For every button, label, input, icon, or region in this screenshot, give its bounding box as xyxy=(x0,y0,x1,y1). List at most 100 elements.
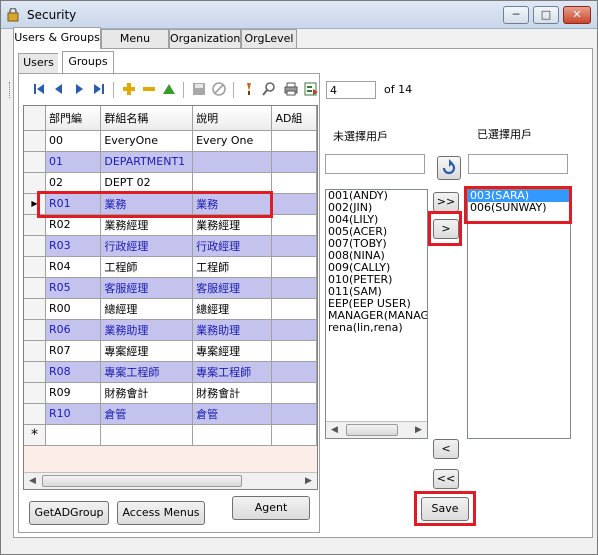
cell-ad-group[interactable] xyxy=(271,193,317,215)
cell-dept-id[interactable]: R03 xyxy=(45,235,102,257)
list-item[interactable]: EEP(EEP USER) xyxy=(326,298,427,310)
cell-group-name[interactable]: 行政經理 xyxy=(100,235,194,257)
list-item-selected[interactable]: 003(SARA) xyxy=(468,190,570,202)
cell-ad-group[interactable] xyxy=(271,256,317,278)
table-row[interactable]: R02 業務經理 業務經理 xyxy=(24,214,317,236)
cell-group-name[interactable]: 倉管 xyxy=(100,403,194,425)
row-header[interactable] xyxy=(24,340,46,362)
tab-menu-utility[interactable]: Menu Utility xyxy=(101,29,169,63)
groups-grid[interactable]: 部門編 群組名稱 說明 AD組 00 EveryOne Every One 01 xyxy=(23,105,318,490)
cell-description[interactable]: 業務助理 xyxy=(192,319,273,341)
row-header[interactable] xyxy=(24,361,46,383)
table-row[interactable]: R10 倉管 倉管 xyxy=(24,403,317,425)
selected-users-filter[interactable] xyxy=(468,154,568,174)
move-first-icon[interactable] xyxy=(31,81,47,97)
cell-description[interactable] xyxy=(192,151,273,173)
cancel-icon[interactable] xyxy=(211,81,227,97)
save-disk-icon[interactable] xyxy=(191,81,207,97)
list-item[interactable]: 008(NINA) xyxy=(326,250,427,262)
move-last-icon[interactable] xyxy=(91,81,107,97)
scroll-left-icon[interactable]: ◀ xyxy=(326,422,343,438)
cell-group-name[interactable]: 專案工程師 xyxy=(100,361,194,383)
table-row[interactable]: R05 客服經理 客服經理 xyxy=(24,277,317,299)
cell-ad-group[interactable] xyxy=(271,340,317,362)
export-excel-icon[interactable] xyxy=(303,81,319,97)
selected-users-list[interactable]: 003(SARA) 006(SUNWAY) xyxy=(467,189,571,439)
scroll-thumb[interactable] xyxy=(346,424,398,436)
print-icon[interactable] xyxy=(283,81,299,97)
scroll-right-icon[interactable]: ▶ xyxy=(300,473,317,489)
cell-dept-id[interactable]: R05 xyxy=(45,277,102,299)
column-header-description[interactable]: 說明 xyxy=(192,106,273,131)
cell-description[interactable]: 客服經理 xyxy=(192,277,273,299)
save-button[interactable]: Save xyxy=(421,497,469,521)
maximize-button[interactable]: □ xyxy=(533,6,559,24)
cell-description[interactable] xyxy=(192,172,273,194)
list-item[interactable]: 001(ANDY) xyxy=(326,190,427,202)
cell-group-name[interactable]: 客服經理 xyxy=(100,277,194,299)
cell-dept-id[interactable]: R07 xyxy=(45,340,102,362)
cell-description[interactable]: 行政經理 xyxy=(192,235,273,257)
table-row[interactable]: R09 財務會計 財務會計 xyxy=(24,382,317,404)
table-row[interactable]: R04 工程師 工程師 xyxy=(24,256,317,278)
cell-description[interactable]: 專案經理 xyxy=(192,340,273,362)
cell-dept-id[interactable]: R10 xyxy=(45,403,102,425)
cell-description[interactable]: 工程師 xyxy=(192,256,273,278)
table-row[interactable]: R00 總經理 總經理 xyxy=(24,298,317,320)
add-all-button[interactable]: >> xyxy=(433,192,459,212)
tab-organization[interactable]: Organization xyxy=(169,29,241,49)
minimize-button[interactable]: ─ xyxy=(503,6,529,24)
move-next-icon[interactable] xyxy=(71,81,87,97)
scroll-left-icon[interactable]: ◀ xyxy=(24,473,41,489)
list-horizontal-scrollbar[interactable]: ◀ ▶ xyxy=(326,421,427,438)
cell-ad-group[interactable] xyxy=(271,361,317,383)
cell-group-name[interactable]: DEPARTMENT1 xyxy=(100,151,194,173)
cell-group-name[interactable]: 專案經理 xyxy=(100,340,194,362)
move-up-icon[interactable] xyxy=(161,81,177,97)
list-item[interactable]: 006(SUNWAY) xyxy=(468,202,570,214)
cell-dept-id[interactable]: R02 xyxy=(45,214,102,236)
get-ad-group-button[interactable]: GetADGroup xyxy=(29,501,109,525)
list-item[interactable]: 011(SAM) xyxy=(326,286,427,298)
tab-users-groups[interactable]: Users & Groups xyxy=(13,27,101,49)
delete-icon[interactable] xyxy=(141,81,157,97)
column-header-dept-id[interactable]: 部門編 xyxy=(45,106,102,131)
table-row[interactable]: R07 專案經理 專案經理 xyxy=(24,340,317,362)
list-item[interactable]: rena(lin,rena) xyxy=(326,322,427,334)
cell-ad-group[interactable] xyxy=(271,130,317,152)
list-item[interactable]: 007(TOBY) xyxy=(326,238,427,250)
agent-button[interactable]: Agent xyxy=(232,496,310,520)
add-new-icon[interactable] xyxy=(121,81,137,97)
new-row[interactable]: * xyxy=(24,424,317,446)
list-item[interactable]: 010(PETER) xyxy=(326,274,427,286)
cell-ad-group[interactable] xyxy=(271,235,317,257)
table-row[interactable]: 02 DEPT 02 xyxy=(24,172,317,194)
row-header[interactable] xyxy=(24,256,46,278)
table-row[interactable]: 00 EveryOne Every One xyxy=(24,130,317,152)
current-row-indicator[interactable]: ▶ xyxy=(24,193,46,215)
cell-group-name[interactable]: 業務 xyxy=(100,193,194,215)
cell-description[interactable]: 總經理 xyxy=(192,298,273,320)
cell-group-name[interactable]: 業務助理 xyxy=(100,319,194,341)
remove-selected-button[interactable]: < xyxy=(433,439,459,459)
cell-ad-group[interactable] xyxy=(271,403,317,425)
cell-ad-group[interactable] xyxy=(271,382,317,404)
remove-all-button[interactable]: << xyxy=(433,469,459,489)
cell-dept-id[interactable]: R08 xyxy=(45,361,102,383)
tab-groups[interactable]: Groups xyxy=(62,51,114,73)
cell-ad-group[interactable] xyxy=(271,277,317,299)
cell-ad-group[interactable] xyxy=(271,319,317,341)
table-row[interactable]: R06 業務助理 業務助理 xyxy=(24,319,317,341)
cell-group-name[interactable]: 工程師 xyxy=(100,256,194,278)
access-menus-button[interactable]: Access Menus xyxy=(117,501,205,525)
table-row[interactable]: R03 行政經理 行政經理 xyxy=(24,235,317,257)
cell-description[interactable]: 倉管 xyxy=(192,403,273,425)
column-header-ad-group[interactable]: AD組 xyxy=(271,106,317,131)
cell-group-name[interactable]: 總經理 xyxy=(100,298,194,320)
row-header[interactable] xyxy=(24,277,46,299)
unselected-users-filter[interactable] xyxy=(325,154,425,174)
table-row[interactable]: 01 DEPARTMENT1 xyxy=(24,151,317,173)
scroll-right-icon[interactable]: ▶ xyxy=(410,422,427,438)
scroll-thumb[interactable] xyxy=(42,475,242,487)
tab-orglevel[interactable]: OrgLevel xyxy=(241,29,297,49)
